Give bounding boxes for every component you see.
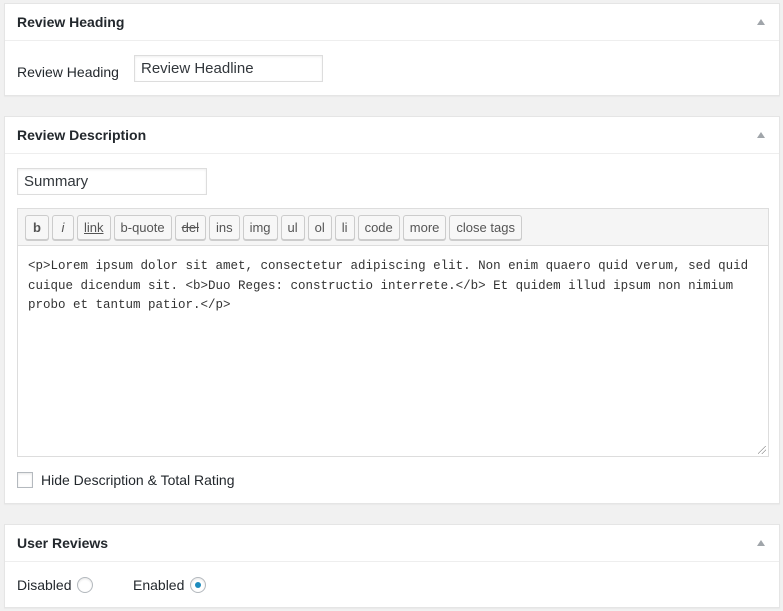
hide-description-row: Hide Description & Total Rating bbox=[17, 472, 235, 488]
ul-button[interactable]: ul bbox=[280, 214, 305, 240]
disabled-radio[interactable] bbox=[77, 577, 94, 593]
hide-description-checkbox[interactable] bbox=[17, 472, 33, 488]
ins-button[interactable]: ins bbox=[208, 214, 240, 240]
user-reviews-title: User Reviews bbox=[17, 535, 109, 551]
collapse-arrow-icon[interactable] bbox=[757, 19, 765, 25]
li-button[interactable]: li bbox=[334, 214, 355, 240]
img-button[interactable]: img bbox=[242, 214, 278, 240]
enabled-label[interactable]: Enabled bbox=[133, 577, 184, 593]
summary-input[interactable] bbox=[17, 168, 207, 195]
disabled-option: Disabled bbox=[17, 577, 94, 593]
collapse-arrow-icon[interactable] bbox=[757, 132, 765, 138]
italic-button[interactable]: i bbox=[52, 214, 74, 240]
review-description-title: Review Description bbox=[17, 127, 147, 143]
user-reviews-header[interactable]: User Reviews bbox=[5, 525, 779, 562]
quicktags-toolbar: b i link b-quote del ins img ul ol li co… bbox=[18, 209, 768, 246]
close-tags-button[interactable]: close tags bbox=[449, 214, 522, 240]
enabled-radio[interactable] bbox=[190, 577, 207, 593]
review-heading-label: Review Heading bbox=[17, 64, 119, 80]
radio-selected-dot-icon bbox=[195, 582, 202, 588]
blockquote-button[interactable]: b-quote bbox=[113, 214, 172, 240]
ol-button[interactable]: ol bbox=[307, 214, 332, 240]
link-button[interactable]: link bbox=[77, 214, 111, 240]
review-description-header[interactable]: Review Description bbox=[5, 117, 779, 154]
hide-description-label[interactable]: Hide Description & Total Rating bbox=[41, 472, 235, 488]
text-editor: b i link b-quote del ins img ul ol li co… bbox=[17, 208, 769, 457]
bold-button[interactable]: b bbox=[25, 214, 49, 240]
disabled-label[interactable]: Disabled bbox=[17, 577, 71, 593]
del-button[interactable]: del bbox=[174, 214, 206, 240]
review-heading-box: Review Heading Review Heading bbox=[4, 3, 780, 96]
editor-textarea[interactable]: <p>Lorem ipsum dolor sit amet, consectet… bbox=[18, 246, 768, 327]
review-heading-input[interactable] bbox=[134, 55, 323, 82]
review-heading-title: Review Heading bbox=[17, 14, 125, 30]
review-heading-header[interactable]: Review Heading bbox=[5, 4, 779, 41]
resize-grip-icon[interactable] bbox=[758, 446, 766, 454]
code-button[interactable]: code bbox=[357, 214, 400, 240]
review-description-box: Review Description b i link b-quote del … bbox=[4, 116, 780, 504]
collapse-arrow-icon[interactable] bbox=[757, 540, 765, 546]
enabled-option: Enabled bbox=[133, 577, 207, 593]
more-button[interactable]: more bbox=[402, 214, 447, 240]
user-reviews-box: User Reviews Disabled Enabled bbox=[4, 524, 780, 608]
